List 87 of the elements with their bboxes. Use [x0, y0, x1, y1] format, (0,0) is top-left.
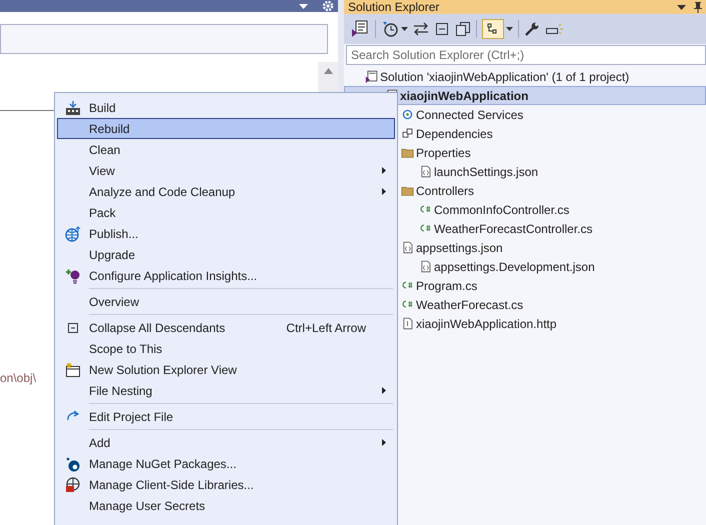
menu-item-label: Analyze and Code Cleanup — [88, 184, 236, 198]
menu-item-label: Manage User Secrets — [88, 498, 206, 512]
tree-item[interactable]: Program.cs — [416, 278, 478, 292]
dropdown-icon[interactable] — [401, 27, 408, 31]
menu-item[interactable]: Configure Application Insights... — [57, 265, 395, 286]
menu-item[interactable]: New Solution Explorer View — [57, 359, 395, 380]
scroll-up-icon[interactable] — [324, 68, 332, 74]
input-field[interactable] — [0, 24, 328, 54]
history-icon[interactable] — [381, 20, 399, 38]
search-field[interactable]: Search Solution Explorer (Ctrl+;) — [346, 45, 706, 65]
connected-icon — [401, 108, 414, 121]
menu-item-label: Collapse All Descendants — [88, 320, 226, 334]
tree-item[interactable]: Dependencies — [416, 126, 493, 140]
lightbulb-icon — [65, 268, 81, 284]
sync-icon[interactable] — [413, 22, 429, 36]
menu-item-label: Clean — [88, 142, 122, 156]
menu-item-label: Overview — [88, 294, 140, 308]
menu-item[interactable]: Manage User Secrets — [57, 495, 395, 516]
menu-item-label: New Solution Explorer View — [88, 362, 238, 376]
json-file-icon — [419, 165, 432, 178]
tree-item[interactable]: WeatherForecastController.cs — [434, 222, 593, 236]
menu-item[interactable]: Add — [57, 432, 395, 453]
preview-icon[interactable] — [545, 23, 563, 35]
menu-item-label: Publish... — [88, 226, 140, 240]
dropdown-icon[interactable] — [677, 4, 686, 10]
menu-item[interactable]: View — [57, 160, 395, 181]
tree-item[interactable]: xiaojinWebApplication — [400, 88, 528, 102]
menu-item[interactable]: Collapse All Descendants Ctrl+Left Arrow — [57, 317, 395, 338]
folder-icon — [401, 184, 414, 197]
menu-item-label: Manage NuGet Packages... — [88, 456, 238, 470]
shortcut-text: Ctrl+Left Arrow — [286, 320, 367, 334]
json-file-icon — [401, 241, 414, 254]
tree-item[interactable]: appsettings.json — [416, 240, 503, 254]
library-icon — [65, 476, 81, 492]
file-icon — [401, 317, 414, 330]
menu-item[interactable]: Overview — [57, 291, 395, 312]
new-window-icon — [65, 362, 81, 378]
menu-item[interactable]: Rebuild — [57, 118, 395, 139]
menu-item-label: Rebuild — [88, 122, 131, 136]
solution-icon — [365, 70, 378, 83]
menu-item-label: Add — [88, 436, 112, 450]
menu-item[interactable]: Edit Project File — [57, 406, 395, 427]
menu-item-label: Configure Application Insights... — [88, 268, 258, 282]
panel-title: Solution Explorer — [348, 0, 440, 14]
menu-item-label: Upgrade — [88, 248, 136, 262]
pin-icon[interactable] — [694, 2, 702, 12]
copy-icon[interactable] — [455, 21, 471, 37]
settings-icon[interactable] — [322, 0, 334, 12]
menu-item[interactable]: Scope to This — [57, 338, 395, 359]
selected-tree-row[interactable]: xiaojinWebApplication — [344, 86, 706, 105]
output-text: on\obj\ — [0, 371, 36, 385]
tree-item[interactable]: Connected Services — [416, 108, 524, 122]
dropdown-icon[interactable] — [506, 27, 513, 31]
menu-item[interactable]: Pack — [57, 202, 395, 223]
menu-item[interactable]: File Nesting — [57, 380, 395, 401]
menu-item-label: File Nesting — [88, 384, 154, 398]
menu-item[interactable]: Publish... — [57, 223, 395, 244]
tree-item[interactable]: WeatherForecast.cs — [416, 298, 524, 312]
menu-item[interactable]: Clean — [57, 139, 395, 160]
wrench-icon[interactable] — [524, 21, 540, 37]
menu-item-label: Scope to This — [88, 342, 164, 356]
folder-icon — [401, 146, 414, 159]
tree-item[interactable]: Solution 'xiaojinWebApplication' (1 of 1 project) — [380, 70, 630, 84]
tree-item[interactable]: CommonInfoController.cs — [434, 202, 570, 216]
menu-item-label: Edit Project File — [88, 410, 174, 424]
globe-icon — [65, 226, 81, 242]
menu-item-label: Pack — [88, 206, 117, 220]
tree-item[interactable]: Properties — [416, 146, 471, 160]
tree-item[interactable]: xiaojinWebApplication.http — [416, 316, 557, 330]
menu-item[interactable]: Manage Client-Side Libraries... — [57, 474, 395, 495]
tree-item[interactable]: Controllers — [416, 184, 474, 198]
build-icon — [65, 100, 81, 116]
solution-icon[interactable] — [350, 20, 370, 38]
dependencies-icon — [401, 127, 414, 140]
menu-item-label: Build — [88, 100, 117, 114]
dropdown-icon[interactable] — [299, 4, 308, 8]
menu-item-label: Manage Client-Side Libraries... — [88, 478, 255, 492]
tree-item[interactable]: appsettings.Development.json — [434, 260, 595, 274]
tree-item[interactable]: launchSettings.json — [434, 164, 538, 178]
tree-view-icon[interactable] — [482, 19, 504, 39]
json-file-icon — [419, 260, 432, 273]
collapse-icon[interactable] — [434, 21, 450, 37]
menu-item[interactable]: Analyze and Code Cleanup — [57, 181, 395, 202]
menu-item-label: View — [88, 164, 116, 178]
menu-item[interactable]: Upgrade — [57, 244, 395, 265]
package-icon — [65, 456, 81, 472]
menu-item[interactable]: Manage NuGet Packages... — [57, 453, 395, 474]
